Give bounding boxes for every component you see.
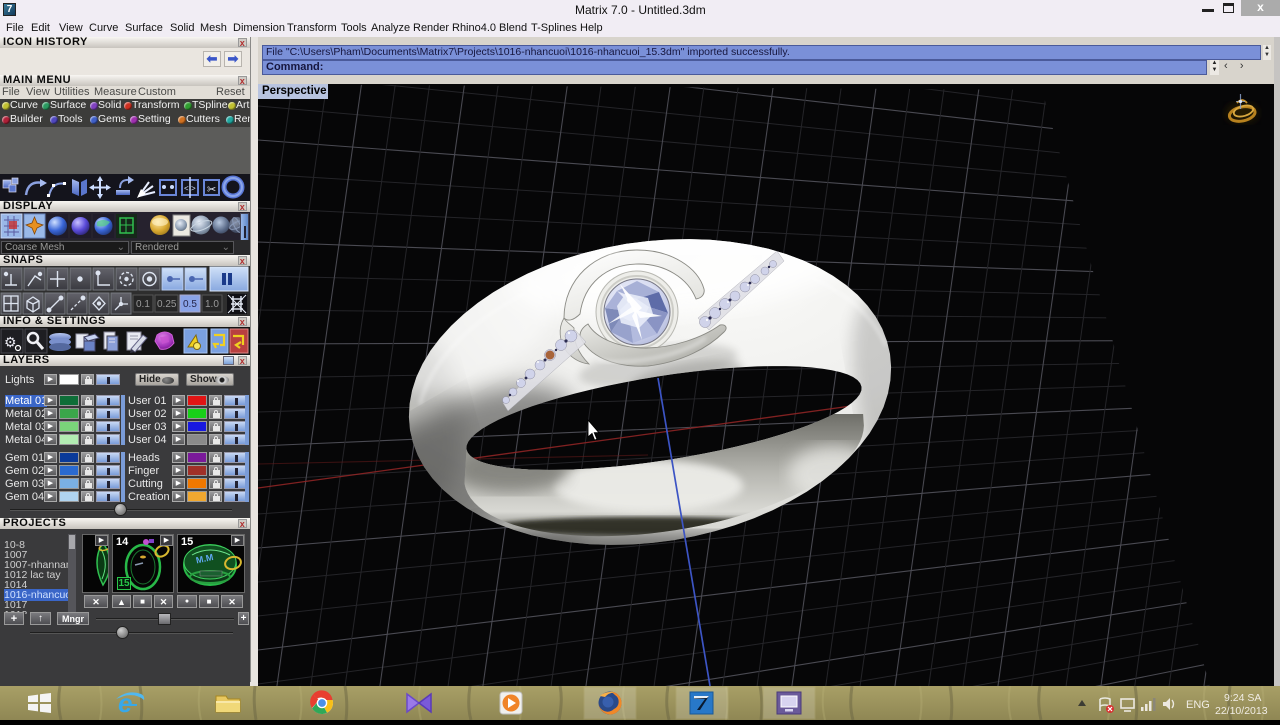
svg-text:0.1: 0.1 [136,299,150,310]
svg-text:22/10/2013: 22/10/2013 [1215,705,1268,717]
svg-text:<: < [184,184,189,193]
svg-text:✂: ✂ [207,184,216,196]
svg-text:>: > [191,184,196,193]
svg-text:0.25: 0.25 [157,299,177,310]
svg-text:9:24 SA: 9:24 SA [1224,692,1261,704]
svg-text:ENG: ENG [1186,699,1210,711]
svg-text:0.5: 0.5 [183,299,197,310]
svg-text:⚙: ⚙ [4,334,17,350]
svg-text:1.0: 1.0 [205,299,219,310]
